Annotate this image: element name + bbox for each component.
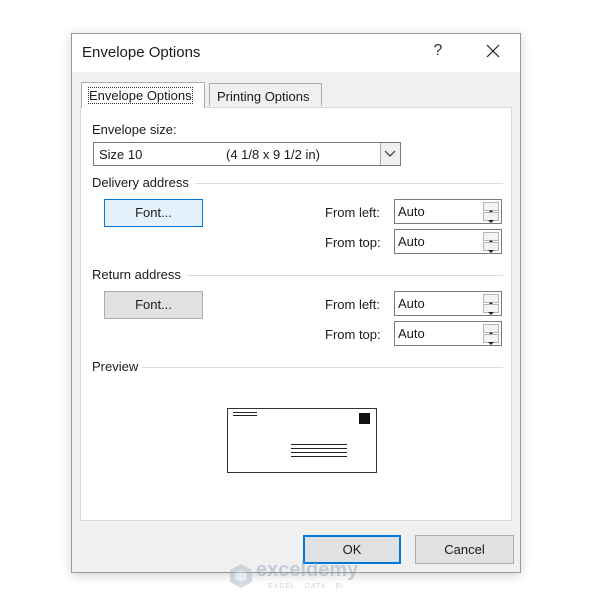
- return-from-top-value: Auto: [398, 326, 425, 341]
- dialog-title: Envelope Options: [82, 44, 201, 61]
- delivery-from-left-label: From left:: [325, 205, 380, 220]
- spin-up-button[interactable]: [483, 294, 499, 305]
- stamp-icon: [359, 413, 370, 424]
- delivery-address-line: [291, 456, 347, 457]
- delivery-address-line: [291, 448, 347, 449]
- watermark-name: exceldemy: [256, 559, 359, 581]
- delivery-address-line: [291, 452, 347, 453]
- exceldemy-watermark: exceldemy EXCEL · DATA · BI: [228, 559, 378, 597]
- delivery-address-divider: [195, 183, 503, 184]
- chevron-down-icon: [384, 150, 396, 157]
- preview-divider: [142, 367, 503, 368]
- envelope-size-name: Size 10: [99, 147, 143, 162]
- return-from-left-input[interactable]: Auto: [394, 291, 502, 316]
- envelope-size-label: Envelope size:: [92, 122, 177, 137]
- tab-printing-options-label: Printing Options: [217, 89, 310, 104]
- return-font-button[interactable]: Font...: [104, 291, 203, 319]
- exceldemy-logo-icon: [230, 564, 252, 588]
- delivery-font-button[interactable]: Font...: [104, 199, 203, 227]
- return-from-top-label: From top:: [325, 327, 381, 342]
- delivery-from-top-value: Auto: [398, 234, 425, 249]
- spin-down-button[interactable]: [483, 242, 499, 253]
- return-address-divider: [187, 275, 503, 276]
- help-button[interactable]: ?: [428, 42, 448, 60]
- delivery-address-line: [291, 444, 347, 445]
- delivery-from-top-input[interactable]: Auto: [394, 229, 502, 254]
- tab-envelope-options[interactable]: Envelope Options: [81, 82, 205, 108]
- arrow-down-icon: [488, 220, 494, 223]
- delivery-from-left-input[interactable]: Auto: [394, 199, 502, 224]
- close-button[interactable]: [482, 40, 504, 62]
- close-icon: [486, 44, 500, 58]
- spin-down-button[interactable]: [483, 212, 499, 223]
- envelope-preview: [227, 408, 377, 473]
- spin-up-button[interactable]: [483, 232, 499, 243]
- spin-down-button[interactable]: [483, 334, 499, 345]
- return-address-line: [233, 412, 257, 413]
- tab-printing-options[interactable]: Printing Options: [209, 83, 322, 106]
- return-from-left-label: From left:: [325, 297, 380, 312]
- return-from-top-spinner: [483, 324, 499, 345]
- title-bar: Envelope Options ?: [72, 34, 520, 72]
- envelope-options-panel: Envelope size: Size 10 (4 1/8 x 9 1/2 in…: [80, 107, 512, 521]
- envelope-size-dimensions: (4 1/8 x 9 1/2 in): [226, 147, 320, 162]
- spin-up-button[interactable]: [483, 202, 499, 213]
- cancel-button[interactable]: Cancel: [415, 535, 514, 564]
- delivery-from-top-label: From top:: [325, 235, 381, 250]
- return-from-left-spinner: [483, 294, 499, 315]
- delivery-from-left-spinner: [483, 202, 499, 223]
- spin-up-button[interactable]: [483, 324, 499, 335]
- envelope-options-dialog: Envelope Options ? Envelope Options Prin…: [71, 33, 521, 573]
- envelope-size-select[interactable]: Size 10 (4 1/8 x 9 1/2 in): [93, 142, 401, 166]
- watermark-tagline: EXCEL · DATA · BI: [268, 583, 344, 590]
- tab-envelope-options-label: Envelope Options: [88, 87, 193, 104]
- preview-heading: Preview: [92, 359, 139, 374]
- delivery-from-left-value: Auto: [398, 204, 425, 219]
- return-from-top-input[interactable]: Auto: [394, 321, 502, 346]
- delivery-address-heading: Delivery address: [92, 175, 189, 190]
- delivery-from-top-spinner: [483, 232, 499, 253]
- return-address-line: [233, 415, 257, 416]
- envelope-size-dropdown-button[interactable]: [380, 143, 400, 165]
- arrow-down-icon: [488, 312, 494, 315]
- return-address-heading: Return address: [92, 267, 181, 282]
- arrow-down-icon: [488, 250, 494, 253]
- spin-down-button[interactable]: [483, 304, 499, 315]
- arrow-down-icon: [488, 342, 494, 345]
- return-from-left-value: Auto: [398, 296, 425, 311]
